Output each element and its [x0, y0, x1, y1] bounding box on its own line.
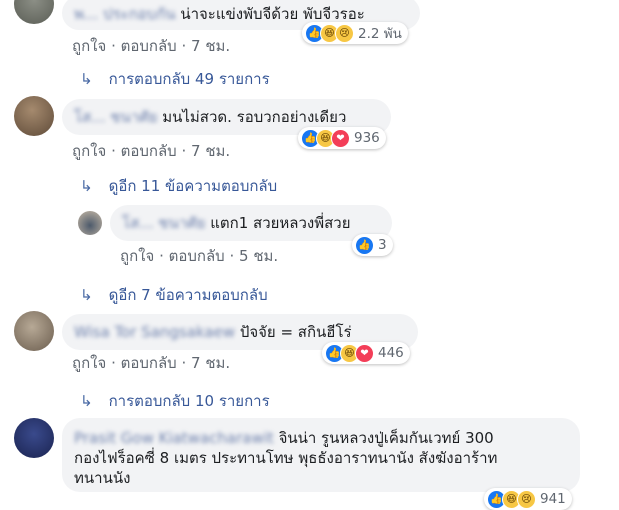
reaction-count: 941 — [540, 491, 566, 507]
reaction-summary[interactable]: 👍 😆 ❤ 446 — [322, 342, 410, 364]
comment-author[interactable]: โส... ชนาศัย — [74, 108, 157, 126]
comment-actions: ถูกใจ · ตอบกลับ · 7 ชม. — [72, 34, 230, 58]
reply-text: แตก1 สวยหลวงพี่สวย — [210, 214, 351, 232]
comment-actions: ถูกใจ · ตอบกลับ · 7 ชม. — [72, 351, 230, 375]
reaction-count: 936 — [354, 130, 380, 146]
reaction-summary[interactable]: 👍 😆 😢 2.2 พัน — [302, 22, 408, 44]
avatar[interactable] — [14, 96, 54, 136]
comment-text-line: จินน่า รูนหลวงปู่เค็มกันเวทย์ 300 — [278, 429, 494, 447]
reaction-count: 2.2 พัน — [358, 26, 402, 42]
reply-author[interactable]: โส... ชนาศัย — [122, 214, 205, 232]
separator: · — [181, 354, 187, 372]
comment-author[interactable]: พ... ประกอบกัน — [74, 5, 176, 23]
reaction-summary[interactable]: 👍 😆 ❤ 936 — [298, 127, 386, 149]
reply-link[interactable]: ตอบกลับ — [121, 142, 177, 160]
like-icon: 👍 — [355, 235, 374, 255]
reply-link[interactable]: ตอบกลับ — [121, 354, 177, 372]
avatar[interactable] — [78, 211, 102, 235]
comment-author[interactable]: Wisa Tor Sangsakaew — [74, 323, 235, 341]
timestamp[interactable]: 7 ชม. — [191, 37, 230, 55]
reaction-count: 446 — [378, 345, 404, 361]
sad-icon: 😢 — [517, 489, 536, 509]
separator: · — [181, 142, 187, 160]
comment-text-line: ทนานนัง — [74, 469, 131, 487]
view-replies-link[interactable]: ↳ การตอบกลับ 10 รายการ — [80, 389, 270, 413]
reply-link[interactable]: ตอบกลับ — [169, 247, 225, 265]
comment-actions: ถูกใจ · ตอบกลับ · 7 ชม. — [72, 139, 230, 163]
reaction-count: 3 — [378, 237, 387, 253]
reply-link[interactable]: ตอบกลับ — [121, 37, 177, 55]
separator: · — [111, 37, 116, 55]
like-link[interactable]: ถูกใจ — [72, 37, 106, 55]
comment-bubble: Prasit Gow Kiatwacharawit จินน่า รูนหลวง… — [62, 418, 580, 492]
reply-bubble: โส... ชนาศัย แตก1 สวยหลวงพี่สวย — [110, 205, 392, 241]
reply-arrow-icon: ↳ — [80, 70, 93, 88]
reply-arrow-icon: ↳ — [80, 392, 93, 410]
view-more-replies-link[interactable]: ↳ ดูอีก 7 ข้อความตอบกลับ — [80, 283, 268, 307]
reply-actions: ถูกใจ · ตอบกลับ · 5 ชม. — [120, 244, 278, 268]
like-link[interactable]: ถูกใจ — [72, 142, 106, 160]
comment-text: ปัจจัย = สกินฮีโร่ — [239, 323, 352, 341]
separator: · — [229, 247, 235, 265]
comment-text: มนไม่สวด. รอบวกอย่างเดียว — [162, 108, 347, 126]
timestamp[interactable]: 7 ชม. — [191, 142, 230, 160]
comment-author[interactable]: Prasit Gow Kiatwacharawit — [74, 429, 274, 447]
love-icon: ❤ — [331, 128, 350, 148]
avatar[interactable] — [14, 311, 54, 351]
view-more-replies-link[interactable]: ↳ ดูอีก 11 ข้อความตอบกลับ — [80, 174, 277, 198]
sad-icon: 😢 — [335, 23, 354, 43]
separator: · — [181, 37, 187, 55]
avatar[interactable] — [14, 0, 54, 24]
like-link[interactable]: ถูกใจ — [72, 354, 106, 372]
avatar[interactable] — [14, 418, 54, 458]
reply-arrow-icon: ↳ — [80, 177, 93, 195]
timestamp[interactable]: 7 ชม. — [191, 354, 230, 372]
reply-arrow-icon: ↳ — [80, 286, 93, 304]
reaction-summary[interactable]: 👍 😆 😢 941 — [484, 488, 572, 510]
love-icon: ❤ — [355, 343, 374, 363]
view-replies-link[interactable]: ↳ การตอบกลับ 49 รายการ — [80, 67, 270, 91]
comment-text: น่าจะแข่งพับจีด้วย พับจีวรอะ — [180, 5, 365, 23]
separator: · — [111, 354, 116, 372]
separator: · — [111, 142, 116, 160]
like-link[interactable]: ถูกใจ — [120, 247, 154, 265]
comment-text-line: กองไฟร็อคซี่ 8 เมตร ประทานโทษ พุธธังอารา… — [74, 449, 498, 467]
separator: · — [159, 247, 164, 265]
timestamp[interactable]: 5 ชม. — [239, 247, 278, 265]
reaction-summary[interactable]: 👍 3 — [352, 234, 393, 256]
